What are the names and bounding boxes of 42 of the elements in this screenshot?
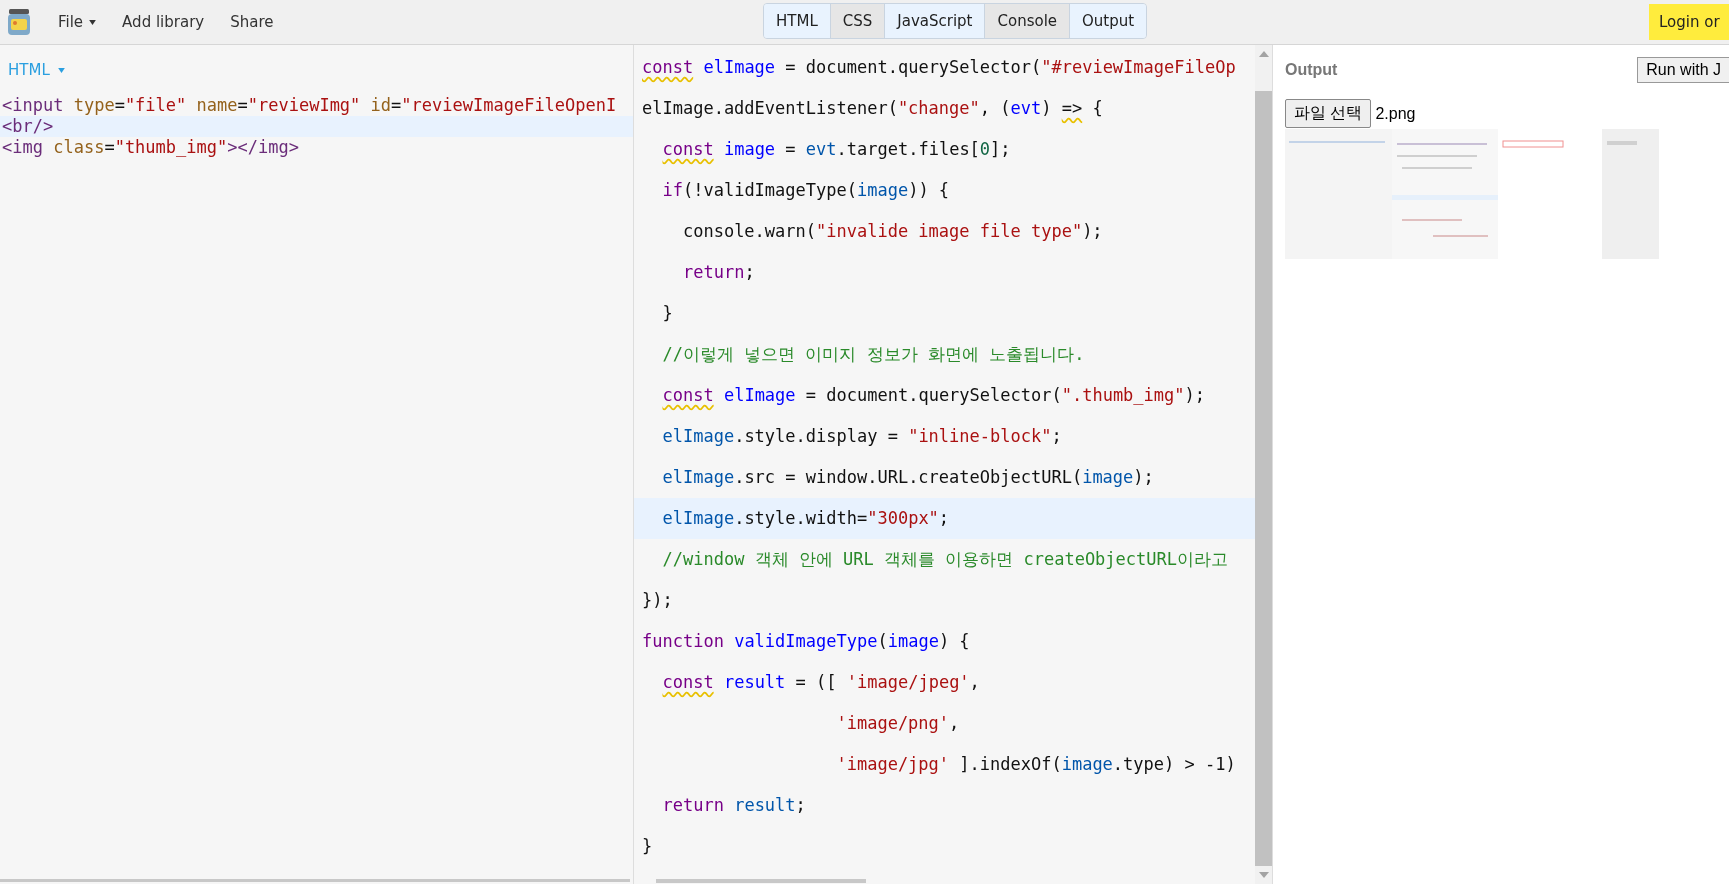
menu-item[interactable]: Add library xyxy=(112,9,215,35)
scrollbar[interactable] xyxy=(656,879,866,883)
code-line: const image = evt.target.files[0]; xyxy=(661,138,1012,161)
code-line: }); xyxy=(641,589,674,612)
code-line: if(!validImageType(image)) { xyxy=(661,179,951,202)
code-line: elImage.addEventListener("change", (evt) => { xyxy=(641,97,1104,120)
code-line: //이렇게 넣으면 이미지 정보가 화면에 노출됩니다. xyxy=(661,343,1086,366)
panel-tab[interactable]: CSS xyxy=(830,4,886,38)
scroll-up-icon[interactable] xyxy=(1258,51,1269,57)
code-line: <img class="thumb_img"></img> xyxy=(1,137,300,158)
scrollbar[interactable] xyxy=(1255,91,1272,866)
code-line: function validImageType(image) { xyxy=(641,630,971,653)
file-name: 2.png xyxy=(1375,104,1416,123)
panel-title: Output xyxy=(1285,61,1338,79)
code-line: <input type="file" name="reviewImg" id="reviewImageFileOpenI xyxy=(1,95,618,116)
run-button[interactable]: Run with J xyxy=(1637,57,1729,83)
menu-item[interactable]: File xyxy=(48,9,107,35)
code-line: console.warn("invalide image file type"); xyxy=(681,220,1104,243)
panel-tab[interactable]: Console xyxy=(985,4,1071,38)
code-line: const elImage = document.querySelector(".thumb_img"); xyxy=(661,384,1206,407)
panel-tab[interactable]: JavaScript xyxy=(885,4,986,38)
code-line: const result = ([ 'image/jpeg', xyxy=(661,671,981,694)
caret-icon xyxy=(57,67,65,73)
code-line: const elImage = document.querySelector("#reviewImageFileOp xyxy=(641,56,1237,79)
code-line: 'image/jpg' ].indexOf(image.type) > -1) xyxy=(835,753,1237,776)
scroll-down-icon[interactable] xyxy=(1258,872,1269,878)
code-line: //window 객체 안에 URL 객체를 이용하면 createObjectURL이라고 xyxy=(661,548,1229,571)
file-select-button[interactable]: 파일 선택 xyxy=(1285,99,1372,128)
code-line: elImage.style.display = "inline-block"; xyxy=(661,425,1063,448)
code-line: } xyxy=(641,835,654,858)
login-button[interactable]: Login or xyxy=(1649,4,1729,40)
code-line: } xyxy=(661,302,674,325)
jar-logo-icon[interactable] xyxy=(6,7,32,37)
panel-tab[interactable]: Output xyxy=(1070,4,1147,38)
code-line: return; xyxy=(681,261,756,284)
code-line: return result; xyxy=(661,794,807,817)
panel-tab[interactable]: HTML xyxy=(764,4,831,38)
scrollbar[interactable] xyxy=(0,879,630,882)
caret-icon xyxy=(89,19,97,25)
code-line: 'image/png', xyxy=(835,712,961,735)
menu-item[interactable]: Share xyxy=(220,9,284,35)
code-line: elImage.src = window.URL.createObjectURL(image); xyxy=(661,466,1155,489)
